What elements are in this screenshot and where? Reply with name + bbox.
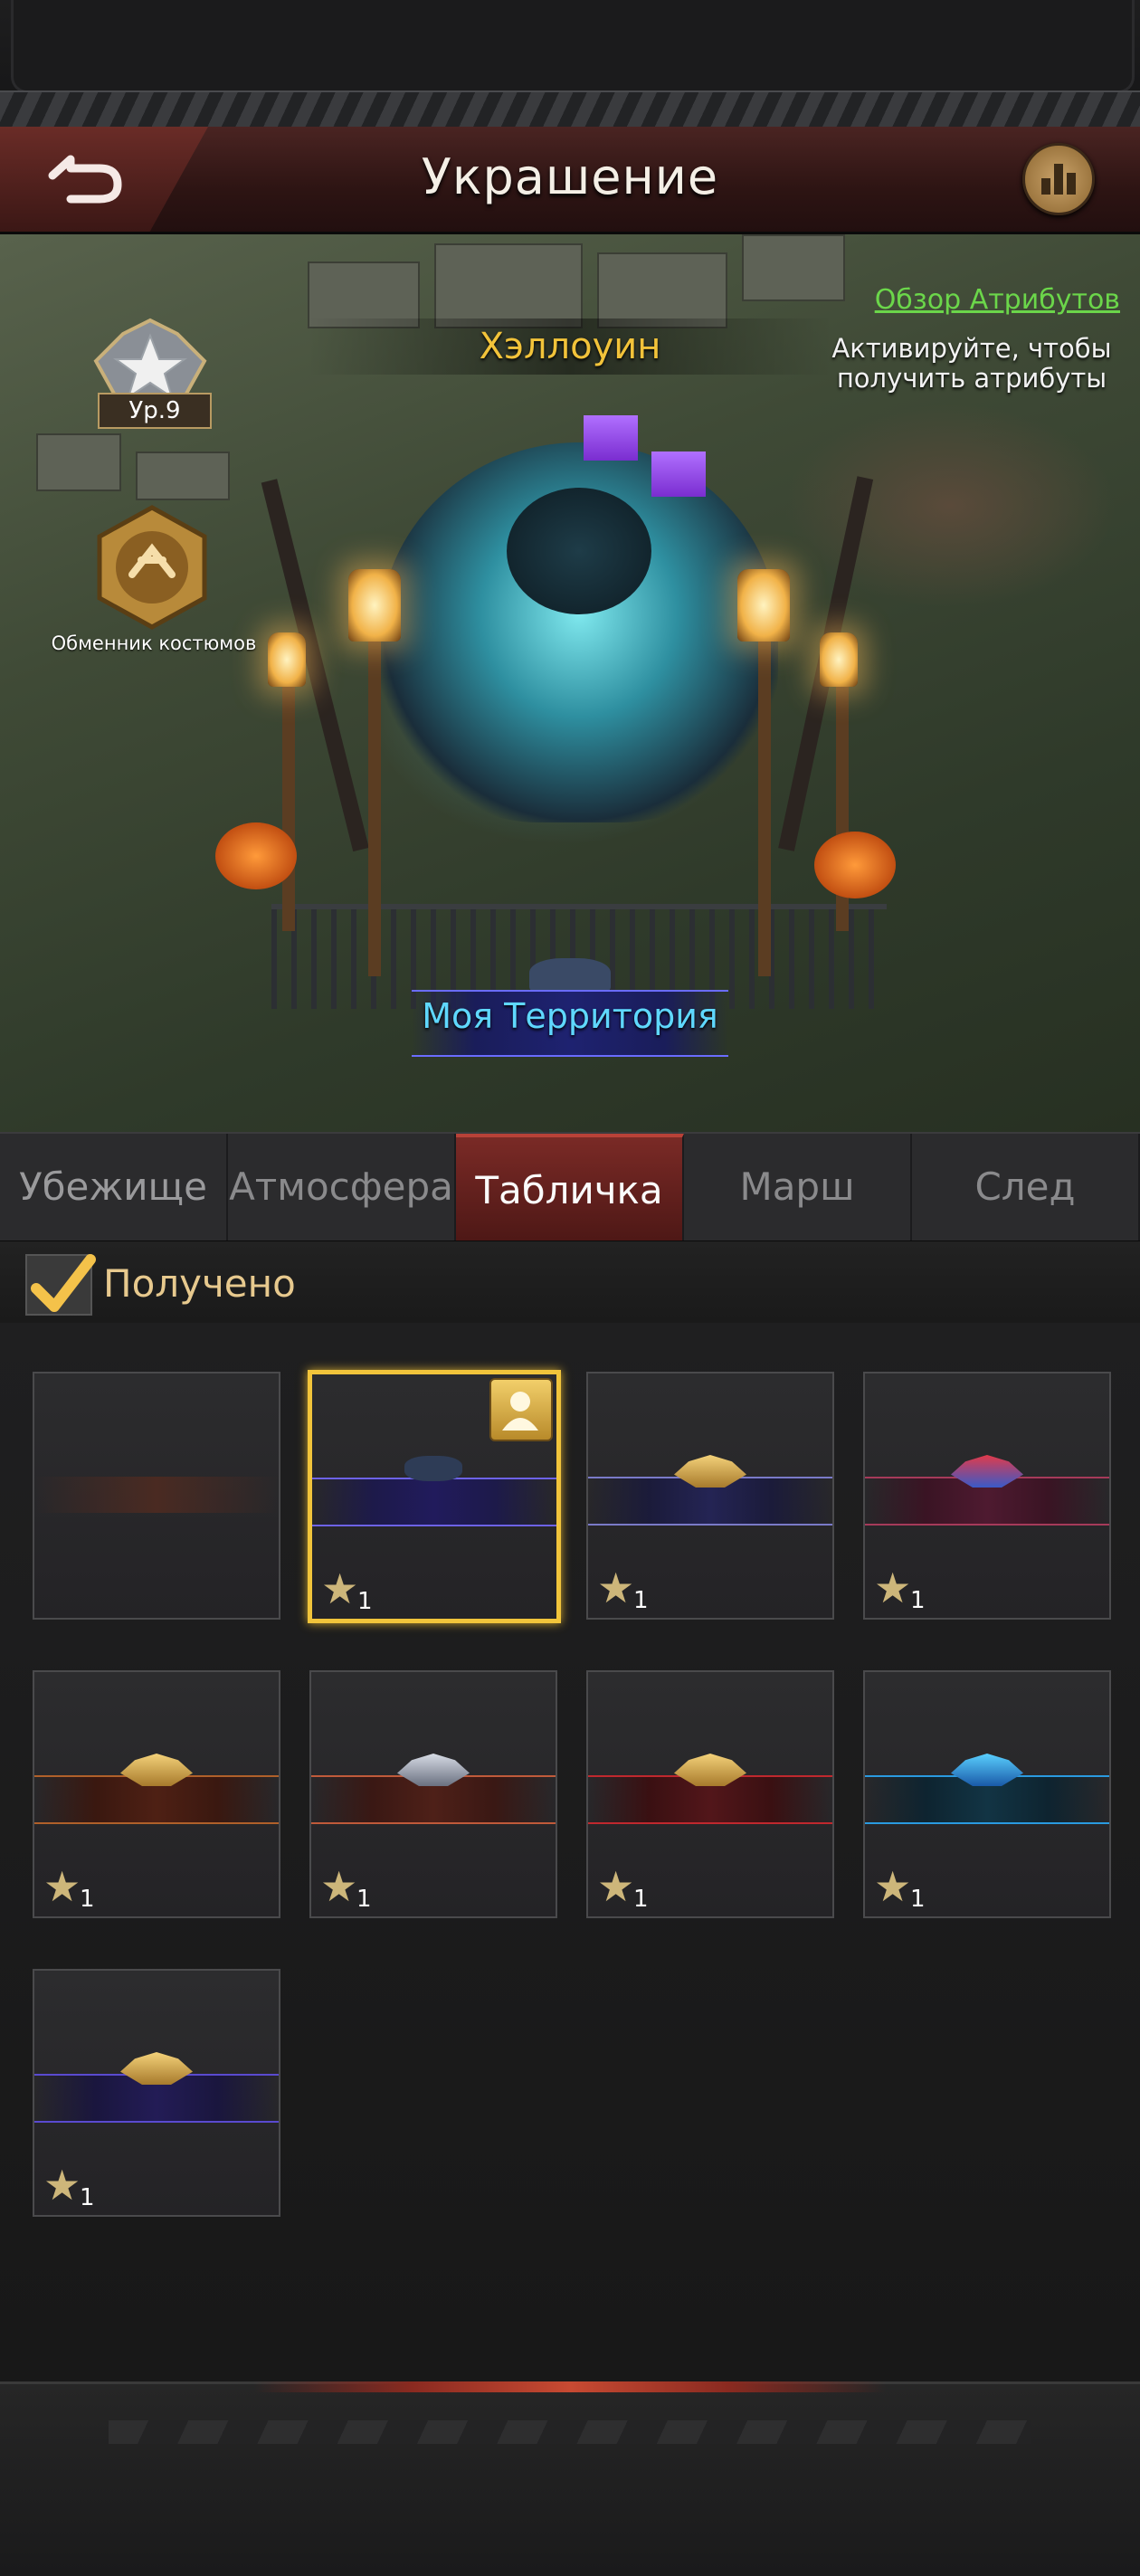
lamp-light [737, 569, 790, 642]
nameplate-count: 1 [910, 1587, 926, 1614]
checkmark-icon [31, 1254, 96, 1312]
decoration-preview-scene: Хэллоуин Обзор Атрибутов Активируйте, чт… [0, 234, 1140, 1132]
background-building [36, 433, 121, 491]
lamp-light [268, 632, 306, 687]
pumpkin [814, 832, 896, 898]
territory-name: Моя Территория [422, 996, 718, 1036]
nameplate-count: 1 [357, 1588, 373, 1615]
attributes-overview-link[interactable]: Обзор Атрибутов [875, 284, 1120, 316]
tab-trail[interactable]: След [912, 1134, 1140, 1240]
background-building [136, 452, 230, 500]
nameplate-card[interactable] [33, 1372, 280, 1620]
nameplate-card[interactable]: ★ 1 [33, 1670, 280, 1918]
nameplate-card[interactable]: ★ 1 [863, 1372, 1111, 1620]
nameplate-card[interactable]: ★ 1 [309, 1670, 557, 1918]
bottom-rail [109, 2420, 1031, 2444]
nameplate-card[interactable]: ★ 1 [863, 1670, 1111, 1918]
background-building [742, 234, 845, 301]
purple-crystal [651, 452, 706, 497]
tab-shelter[interactable]: Убежище [0, 1134, 228, 1240]
obtained-checkbox[interactable] [25, 1254, 96, 1316]
lamp-post [368, 614, 381, 976]
costume-exchanger-icon[interactable] [89, 504, 215, 631]
nameplate-card[interactable]: ★ 1 [586, 1670, 834, 1918]
cat-icon [529, 958, 611, 994]
star-icon: ★ [597, 1862, 635, 1911]
background-building [597, 252, 727, 328]
event-name: Хэллоуин [308, 318, 832, 375]
top-frame-panel [11, 0, 1135, 93]
attributes-hint: Активируйте, чтобы получить атрибуты [831, 333, 1112, 394]
purple-crystal [584, 415, 638, 461]
nameplate-card[interactable]: ★ 1 [586, 1372, 834, 1620]
top-frame-rail [0, 90, 1140, 130]
lamp-post [282, 660, 295, 931]
nameplate-card[interactable]: ★ 1 [33, 1969, 280, 2217]
ghost-face [507, 488, 651, 614]
category-tabs: Убежище Атмосфера Табличка Марш След [0, 1132, 1140, 1242]
avatar-icon [502, 1392, 538, 1431]
star-icon: ★ [43, 2161, 81, 2210]
bottom-frame [0, 2381, 1140, 2576]
tab-nameplate[interactable]: Табличка [456, 1134, 684, 1240]
nameplate-count: 1 [633, 1587, 649, 1614]
nameplate-card[interactable]: ★ 1 [308, 1370, 561, 1623]
costume-exchanger-label: Обменник костюмов [51, 632, 257, 654]
stats-button[interactable] [1022, 143, 1095, 215]
nameplate-count: 1 [80, 1886, 95, 1913]
nameplate-count: 1 [910, 1886, 926, 1913]
star-icon: ★ [874, 1862, 912, 1911]
nameplate-count: 1 [356, 1886, 372, 1913]
nameplate-count: 1 [80, 2184, 95, 2211]
obtained-filter-label: Получено [103, 1261, 296, 1306]
lamp-post [758, 614, 771, 976]
star-icon: ★ [874, 1564, 912, 1612]
background-building [434, 243, 583, 328]
header: Украшение [0, 127, 1140, 234]
tab-atmosphere[interactable]: Атмосфера [228, 1134, 456, 1240]
top-frame [0, 0, 1140, 130]
lamp-light [348, 569, 401, 642]
star-icon: ★ [43, 1862, 81, 1911]
page-title: Украшение [421, 148, 719, 205]
nameplate-grid: ★ 1 ★ 1 ★ 1 ★ 1 ★ 1 ★ 1 ★ 1 ★ 1 [0, 1323, 1140, 2381]
star-icon: ★ [321, 1564, 359, 1613]
rank-level-label: Ур.9 [98, 393, 212, 429]
equipped-badge [489, 1378, 553, 1441]
bottom-accent [253, 2381, 887, 2392]
nameplate-preview [312, 1478, 556, 1526]
pumpkin [215, 822, 297, 889]
cat-icon [404, 1456, 462, 1481]
lamp-light [820, 632, 858, 687]
nameplate-count: 1 [633, 1886, 649, 1913]
star-icon: ★ [597, 1564, 635, 1612]
obtained-filter-row: Получено [0, 1241, 1140, 1323]
nameplate-preview [34, 1477, 279, 1513]
tab-march[interactable]: Марш [684, 1134, 912, 1240]
star-icon: ★ [320, 1862, 358, 1911]
bar-chart-icon [1041, 178, 1050, 195]
